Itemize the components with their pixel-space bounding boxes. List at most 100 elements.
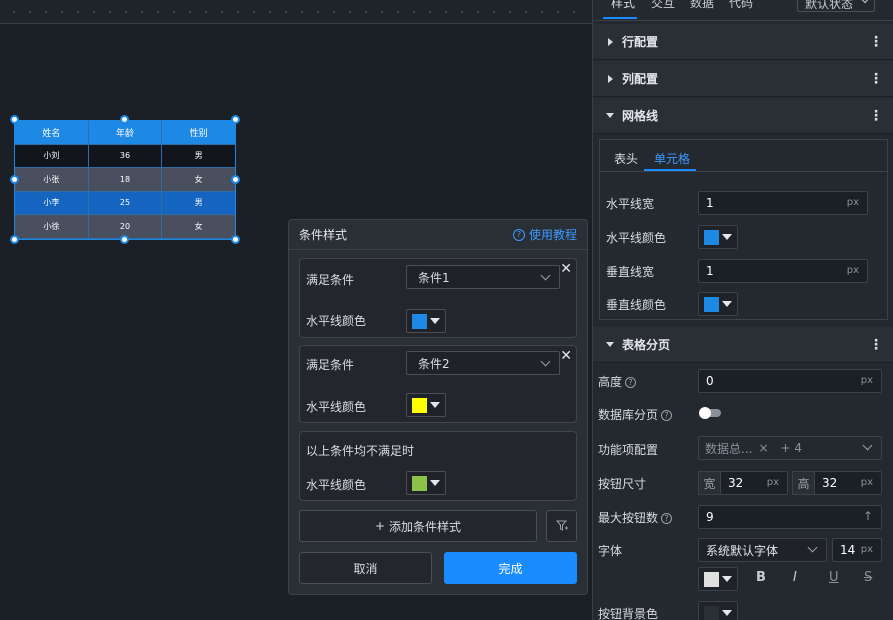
max-btn-input[interactable]: 9 ↑ bbox=[698, 505, 882, 529]
dialog-title: 条件样式 bbox=[299, 228, 348, 242]
unit-label: px bbox=[846, 197, 859, 208]
font-color-picker[interactable] bbox=[698, 567, 738, 591]
font-family-value: 系统默认字体 bbox=[706, 543, 779, 558]
else-label: 以上条件均不满足时 bbox=[306, 444, 415, 458]
pg-height-input[interactable]: 0 px bbox=[698, 369, 882, 393]
section-grid-lines[interactable]: 网格线 ⋮ bbox=[593, 98, 893, 134]
color-picker[interactable] bbox=[406, 393, 446, 417]
close-icon[interactable]: ✕ bbox=[560, 261, 572, 277]
table-cell: 25 bbox=[88, 191, 163, 215]
tab-data[interactable]: 数据 bbox=[690, 0, 714, 11]
db-paging-toggle[interactable] bbox=[699, 407, 721, 419]
v-line-width-input[interactable]: 1 px bbox=[698, 259, 868, 283]
table-cell: 36 bbox=[88, 144, 163, 168]
table-cell: 男 bbox=[162, 144, 236, 168]
caret-down-icon bbox=[722, 610, 732, 616]
table-header-row: 姓名 年龄 性别 bbox=[15, 121, 236, 145]
table-cell: 小刘 bbox=[15, 144, 89, 168]
chevron-down-icon bbox=[807, 542, 818, 553]
condition-label: 满足条件 bbox=[306, 358, 355, 372]
font-size-input[interactable]: 14 px bbox=[832, 538, 882, 562]
section-col-config[interactable]: 列配置 ⋮ bbox=[593, 61, 893, 97]
tab-style[interactable]: 样式 bbox=[611, 0, 635, 11]
up-icon[interactable]: ↑ bbox=[863, 509, 873, 523]
more-icon[interactable]: ⋮ bbox=[869, 34, 883, 50]
resize-handle-bl[interactable] bbox=[10, 235, 19, 244]
caret-down-icon bbox=[606, 342, 614, 347]
condition-select[interactable]: 条件2 bbox=[406, 351, 560, 375]
resize-handle-t[interactable] bbox=[120, 115, 129, 124]
table-cell: 小李 bbox=[15, 191, 89, 215]
more-icon[interactable]: ⋮ bbox=[869, 337, 883, 353]
font-family-select[interactable]: 系统默认字体 bbox=[698, 538, 827, 562]
section-title: 列配置 bbox=[622, 72, 659, 86]
caret-down-icon bbox=[430, 480, 440, 486]
condition-select-value: 条件2 bbox=[418, 356, 450, 371]
caret-down-icon bbox=[722, 301, 732, 307]
cancel-button[interactable]: 取消 bbox=[299, 552, 432, 584]
underline-icon[interactable]: U bbox=[829, 570, 839, 585]
btn-height-input[interactable]: 32 px bbox=[814, 471, 882, 495]
close-icon[interactable]: ✕ bbox=[560, 348, 572, 364]
input-value: 9 bbox=[706, 510, 714, 524]
caret-down-icon bbox=[722, 576, 732, 582]
btn-bg-color-picker[interactable] bbox=[698, 601, 738, 620]
resize-handle-r[interactable] bbox=[231, 175, 240, 184]
dialog-header: 条件样式 ? 使用教程 bbox=[289, 220, 587, 250]
else-condition-card: 以上条件均不满足时 水平线颜色 bbox=[299, 431, 577, 501]
state-select[interactable]: 默认状态 bbox=[797, 0, 875, 12]
input-value: 32 bbox=[822, 476, 838, 490]
table-component[interactable]: 姓名 年龄 性别 小刘 36 男 小张 18 女 小李 25 男 小徐 20 女 bbox=[14, 120, 236, 240]
h-line-color-picker[interactable] bbox=[698, 225, 738, 249]
filter-button[interactable] bbox=[546, 510, 577, 542]
input-value: 0 bbox=[706, 374, 714, 388]
help-icon: ? bbox=[661, 410, 673, 421]
more-count: + 4 bbox=[780, 441, 803, 455]
tab-interaction[interactable]: 交互 bbox=[651, 0, 675, 11]
tab-header[interactable]: 表头 bbox=[614, 150, 638, 167]
plus-icon: + bbox=[374, 519, 386, 533]
resize-handle-b[interactable] bbox=[120, 235, 129, 244]
color-swatch bbox=[704, 571, 719, 587]
btn-width-input[interactable]: 32 px bbox=[720, 471, 788, 495]
color-label: 水平线颜色 bbox=[306, 478, 367, 492]
condition-select[interactable]: 条件1 bbox=[406, 265, 560, 289]
add-condition-button[interactable]: + 添加条件样式 bbox=[299, 510, 537, 542]
section-title: 表格分页 bbox=[622, 338, 671, 352]
section-pagination[interactable]: 表格分页 ⋮ bbox=[593, 327, 893, 363]
tab-code[interactable]: 代码 bbox=[729, 0, 753, 11]
input-value: 14 bbox=[840, 543, 856, 557]
color-picker[interactable] bbox=[406, 309, 446, 333]
resize-handle-tl[interactable] bbox=[10, 115, 19, 124]
more-icon[interactable]: ⋮ bbox=[869, 108, 883, 124]
close-icon[interactable]: × bbox=[758, 441, 768, 455]
v-line-color-picker[interactable] bbox=[698, 292, 738, 316]
h-line-width-input[interactable]: 1 px bbox=[698, 191, 868, 215]
resize-handle-tr[interactable] bbox=[231, 115, 240, 124]
unit-label: px bbox=[766, 477, 779, 488]
color-label: 水平线颜色 bbox=[306, 400, 367, 414]
tutorial-link[interactable]: ? 使用教程 bbox=[512, 226, 577, 243]
chevron-down-icon bbox=[540, 356, 551, 367]
more-icon[interactable]: ⋮ bbox=[869, 71, 883, 87]
strikethrough-icon[interactable]: S bbox=[864, 570, 872, 585]
section-row-config[interactable]: 行配置 ⋮ bbox=[593, 24, 893, 60]
feature-config-label: 功能项配置 bbox=[598, 443, 659, 457]
db-paging-label: 数据库分页? bbox=[598, 406, 673, 423]
bold-icon[interactable]: B bbox=[756, 570, 766, 585]
color-swatch bbox=[412, 313, 427, 329]
tab-cell[interactable]: 单元格 bbox=[654, 150, 690, 167]
done-button[interactable]: 完成 bbox=[444, 552, 577, 584]
caret-down-icon bbox=[430, 318, 440, 324]
resize-handle-br[interactable] bbox=[231, 235, 240, 244]
color-picker[interactable] bbox=[406, 471, 446, 495]
unit-label: px bbox=[846, 265, 859, 276]
feature-config-select[interactable]: 数据总... × + 4 bbox=[698, 436, 882, 460]
input-value: 32 bbox=[728, 476, 744, 490]
unit-label: px bbox=[860, 544, 873, 555]
v-line-width-label: 垂直线宽 bbox=[606, 265, 655, 279]
resize-handle-l[interactable] bbox=[10, 175, 19, 184]
condition-select-value: 条件1 bbox=[418, 270, 450, 285]
help-icon: ? bbox=[661, 513, 673, 524]
italic-icon[interactable]: I bbox=[793, 570, 797, 585]
